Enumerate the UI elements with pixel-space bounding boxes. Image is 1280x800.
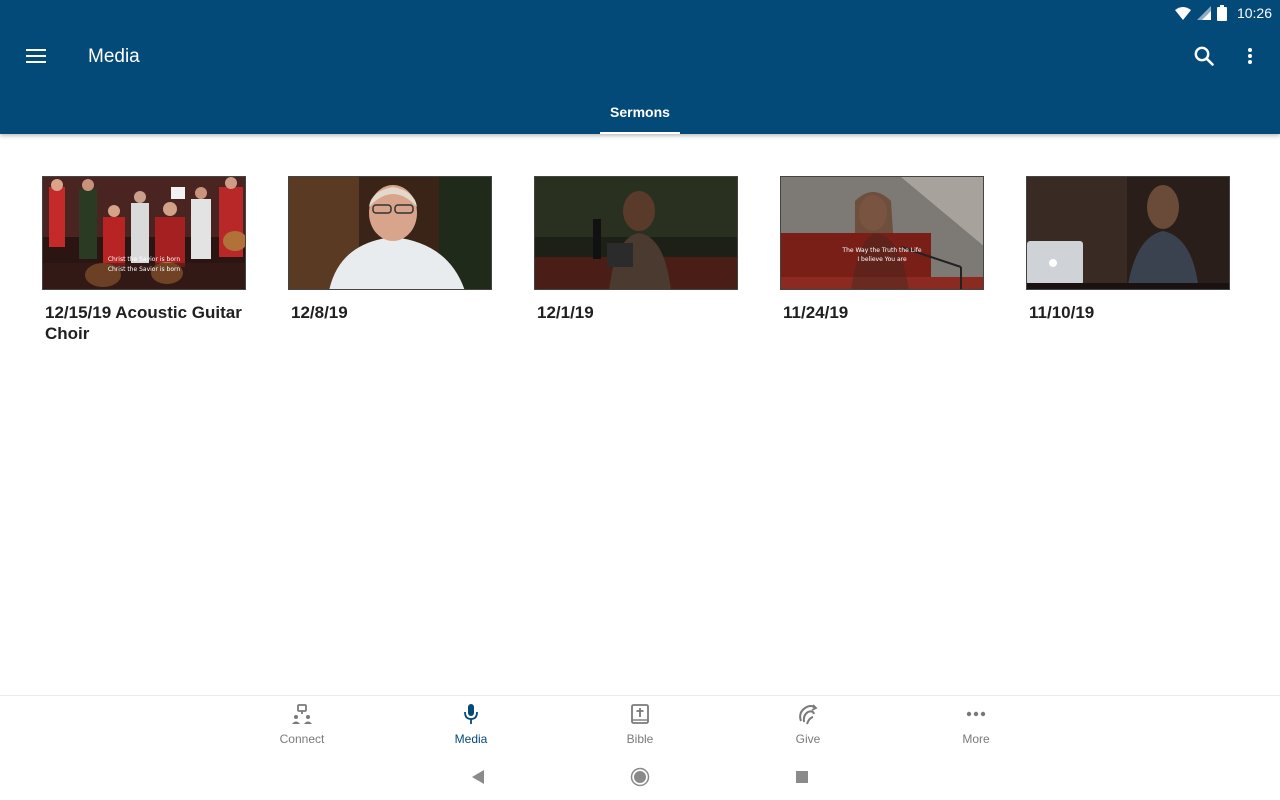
media-title: 11/10/19	[1029, 303, 1095, 322]
system-home-button[interactable]	[628, 765, 652, 789]
overflow-menu-button[interactable]	[1234, 38, 1266, 74]
connect-icon	[290, 702, 314, 726]
search-icon	[1194, 46, 1214, 66]
app-bar: 10:26 Media Sermons	[0, 0, 1280, 134]
media-title: 12/15/19 Acoustic Guitar Choir	[45, 303, 242, 343]
media-thumbnail	[288, 176, 492, 290]
microphone-icon	[459, 702, 483, 726]
thumbnail-caption-line2: Christ the Savior is born	[107, 266, 181, 273]
media-thumbnail: The Way the Truth the Life I believe You…	[780, 176, 984, 290]
system-recents-button[interactable]	[790, 765, 814, 789]
battery-icon	[1216, 5, 1227, 21]
page-title: Media	[88, 46, 140, 67]
system-navigation-bar	[0, 753, 1280, 800]
app-root: 10:26 Media Sermons Christ the Savior is…	[0, 0, 1280, 800]
nav-item-media[interactable]: Media	[431, 702, 511, 752]
status-bar: 10:26	[1174, 0, 1280, 26]
status-time: 10:26	[1236, 5, 1272, 21]
nav-label: Give	[795, 732, 821, 746]
more-vert-icon	[1248, 48, 1252, 64]
media-thumbnail	[1026, 176, 1230, 290]
more-horiz-icon	[964, 702, 988, 726]
thumbnail-caption-line2: I believe You are	[857, 256, 907, 263]
nav-label: Connect	[279, 732, 325, 746]
thumbnail-caption-line1: The Way the Truth the Life	[842, 247, 922, 254]
bottom-navigation: Connect Media Bible Give More	[0, 695, 1280, 753]
nav-item-more[interactable]: More	[936, 702, 1016, 752]
home-circle-icon	[630, 767, 650, 787]
nav-label: Bible	[626, 732, 654, 746]
nav-item-bible[interactable]: Bible	[600, 702, 680, 752]
media-card[interactable]: Christ the Savior is born Christ the Sav…	[42, 176, 246, 344]
nav-item-connect[interactable]: Connect	[262, 702, 342, 752]
media-card[interactable]: The Way the Truth the Life I believe You…	[780, 176, 984, 344]
media-thumbnail	[534, 176, 738, 290]
media-title: 12/8/19	[291, 303, 348, 322]
nav-item-give[interactable]: Give	[768, 702, 848, 752]
wifi-icon	[1174, 6, 1191, 20]
nav-label: More	[962, 732, 990, 746]
media-card[interactable]: 12/1/19	[534, 176, 738, 344]
signal-icon	[1196, 6, 1211, 20]
media-grid: Christ the Savior is born Christ the Sav…	[42, 176, 1230, 344]
thumbnail-caption-line1: Christ the Savior is born	[107, 256, 181, 263]
media-card[interactable]: 11/10/19	[1026, 176, 1230, 344]
recents-square-icon	[796, 771, 808, 783]
media-card[interactable]: 12/8/19	[288, 176, 492, 344]
tab-indicator	[600, 132, 680, 134]
media-title: 12/1/19	[537, 303, 594, 322]
tab-sermons-label: Sermons	[610, 104, 670, 120]
back-triangle-icon	[472, 770, 484, 784]
system-back-button[interactable]	[466, 765, 490, 789]
bible-icon	[628, 702, 652, 726]
give-icon	[796, 702, 820, 726]
media-title: 11/24/19	[783, 303, 849, 322]
hamburger-menu-icon	[26, 49, 46, 63]
media-thumbnail: Christ the Savior is born Christ the Sav…	[42, 176, 246, 290]
search-button[interactable]	[1186, 38, 1222, 74]
nav-label: Media	[454, 732, 488, 746]
menu-button[interactable]	[18, 38, 54, 74]
tab-sermons[interactable]: Sermons	[600, 94, 680, 134]
